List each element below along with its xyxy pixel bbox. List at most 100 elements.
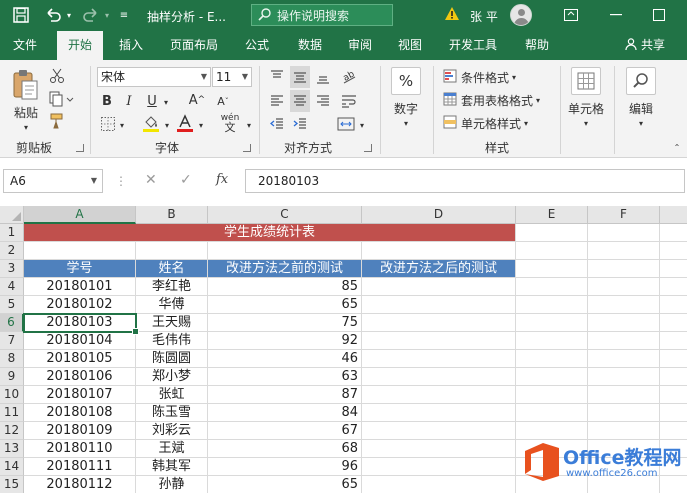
align-left-icon[interactable] — [267, 92, 287, 110]
enter-icon[interactable]: ✓ — [180, 172, 192, 188]
grow-font-button[interactable]: A ^ — [186, 90, 208, 110]
score-before-cell[interactable]: 75 — [208, 314, 362, 332]
row-header[interactable]: 12 — [0, 422, 24, 440]
italic-button[interactable]: I — [121, 92, 137, 110]
cell-styles-button[interactable]: 单元格样式 ▾ — [443, 114, 553, 132]
clipboard-launcher-icon[interactable] — [76, 144, 84, 152]
cell[interactable] — [362, 404, 516, 422]
tab-view[interactable]: 视图 — [390, 31, 430, 60]
cell[interactable] — [588, 296, 660, 314]
undo-icon[interactable] — [42, 5, 64, 25]
student-name-cell[interactable]: 毛伟伟 — [136, 332, 208, 350]
row-header[interactable]: 14 — [0, 458, 24, 476]
minimize-icon[interactable] — [605, 4, 627, 26]
student-name-cell[interactable]: 王天赐 — [136, 314, 208, 332]
table-header-cell[interactable]: 改进方法之后的测试 — [362, 260, 516, 278]
number-button-label[interactable]: 数字 — [386, 100, 426, 116]
score-before-cell[interactable]: 65 — [208, 476, 362, 493]
student-name-cell[interactable]: 张虹 — [136, 386, 208, 404]
cell[interactable] — [660, 224, 687, 242]
cell[interactable] — [588, 278, 660, 296]
resize-dots-icon[interactable]: ⋮ — [115, 174, 127, 188]
cell[interactable] — [660, 278, 687, 296]
cell[interactable] — [588, 260, 660, 278]
font-launcher-icon[interactable] — [243, 144, 251, 152]
decrease-indent-icon[interactable] — [267, 115, 287, 133]
cell[interactable] — [516, 332, 588, 350]
tab-review[interactable]: 审阅 — [340, 31, 380, 60]
student-name-cell[interactable]: 韩其军 — [136, 458, 208, 476]
student-name-cell[interactable]: 刘彩云 — [136, 422, 208, 440]
cell[interactable] — [516, 350, 588, 368]
align-right-icon[interactable] — [313, 92, 333, 110]
copy-icon[interactable] — [46, 90, 76, 108]
cell[interactable] — [362, 440, 516, 458]
wrap-text-icon[interactable] — [338, 92, 360, 110]
row-header[interactable]: 15 — [0, 476, 24, 493]
customize-toolbar-icon[interactable]: ≡ — [118, 5, 130, 25]
format-painter-icon[interactable] — [48, 112, 66, 130]
student-name-cell[interactable]: 陈圆圆 — [136, 350, 208, 368]
avatar[interactable] — [510, 4, 532, 26]
underline-button[interactable]: U — [144, 92, 160, 110]
cell[interactable] — [24, 242, 136, 260]
cell[interactable] — [588, 314, 660, 332]
sheet-title-cell[interactable]: 学生成绩统计表 — [24, 224, 516, 242]
student-name-cell[interactable]: 孙静 — [136, 476, 208, 493]
cell[interactable] — [362, 422, 516, 440]
cell[interactable] — [136, 242, 208, 260]
shrink-font-button[interactable]: Aˇ — [212, 92, 234, 110]
cell[interactable] — [516, 386, 588, 404]
student-id-cell[interactable]: 20180110 — [24, 440, 136, 458]
cell[interactable] — [516, 404, 588, 422]
save-icon[interactable] — [10, 5, 32, 25]
editing-button-label[interactable]: 编辑 — [622, 100, 660, 116]
row-header[interactable]: 13 — [0, 440, 24, 458]
table-header-cell[interactable]: 学号 — [24, 260, 136, 278]
active-cell-selection[interactable] — [23, 313, 139, 335]
cell[interactable] — [516, 296, 588, 314]
align-center-icon[interactable] — [290, 90, 310, 112]
font-color-dropdown-icon[interactable]: ▾ — [196, 119, 206, 131]
paste-icon[interactable] — [10, 68, 40, 102]
redo-icon[interactable] — [80, 5, 102, 25]
cell[interactable] — [208, 242, 362, 260]
font-name-select[interactable]: 宋体 ▼ — [97, 67, 211, 87]
orientation-icon[interactable]: ab — [338, 66, 360, 88]
cell[interactable] — [362, 476, 516, 493]
row-header[interactable]: 6 — [0, 314, 24, 332]
cell[interactable] — [588, 224, 660, 242]
student-id-cell[interactable]: 20180104 — [24, 332, 136, 350]
cell[interactable] — [516, 242, 588, 260]
cells-icon[interactable] — [571, 67, 601, 95]
cell[interactable] — [362, 296, 516, 314]
student-name-cell[interactable]: 陈玉雪 — [136, 404, 208, 422]
student-id-cell[interactable]: 20180106 — [24, 368, 136, 386]
cell[interactable] — [588, 332, 660, 350]
row-header[interactable]: 8 — [0, 350, 24, 368]
conditional-formatting-button[interactable]: 条件格式 ▾ — [443, 68, 553, 86]
cell[interactable] — [588, 350, 660, 368]
find-icon[interactable] — [626, 67, 656, 95]
tab-help[interactable]: 帮助 — [517, 31, 557, 60]
cell[interactable] — [362, 368, 516, 386]
cell[interactable] — [660, 350, 687, 368]
cell[interactable] — [362, 242, 516, 260]
student-id-cell[interactable]: 20180111 — [24, 458, 136, 476]
score-before-cell[interactable]: 84 — [208, 404, 362, 422]
share-button[interactable]: 共享 — [625, 31, 665, 60]
cell[interactable] — [660, 242, 687, 260]
maximize-icon[interactable] — [648, 4, 670, 26]
cell[interactable] — [660, 314, 687, 332]
align-top-icon[interactable] — [267, 68, 287, 86]
alignment-launcher-icon[interactable] — [364, 144, 372, 152]
phonetic-guide-button[interactable]: wén 文 — [216, 112, 244, 134]
tell-me-search[interactable]: 操作说明搜索 — [251, 4, 393, 26]
column-header-c[interactable]: C — [208, 206, 362, 224]
cell[interactable] — [362, 332, 516, 350]
tab-developer[interactable]: 开发工具 — [442, 31, 504, 60]
editing-dropdown-icon[interactable]: ▾ — [635, 118, 647, 128]
row-header[interactable]: 4 — [0, 278, 24, 296]
column-header-a[interactable]: A — [24, 206, 136, 224]
cell[interactable] — [588, 368, 660, 386]
